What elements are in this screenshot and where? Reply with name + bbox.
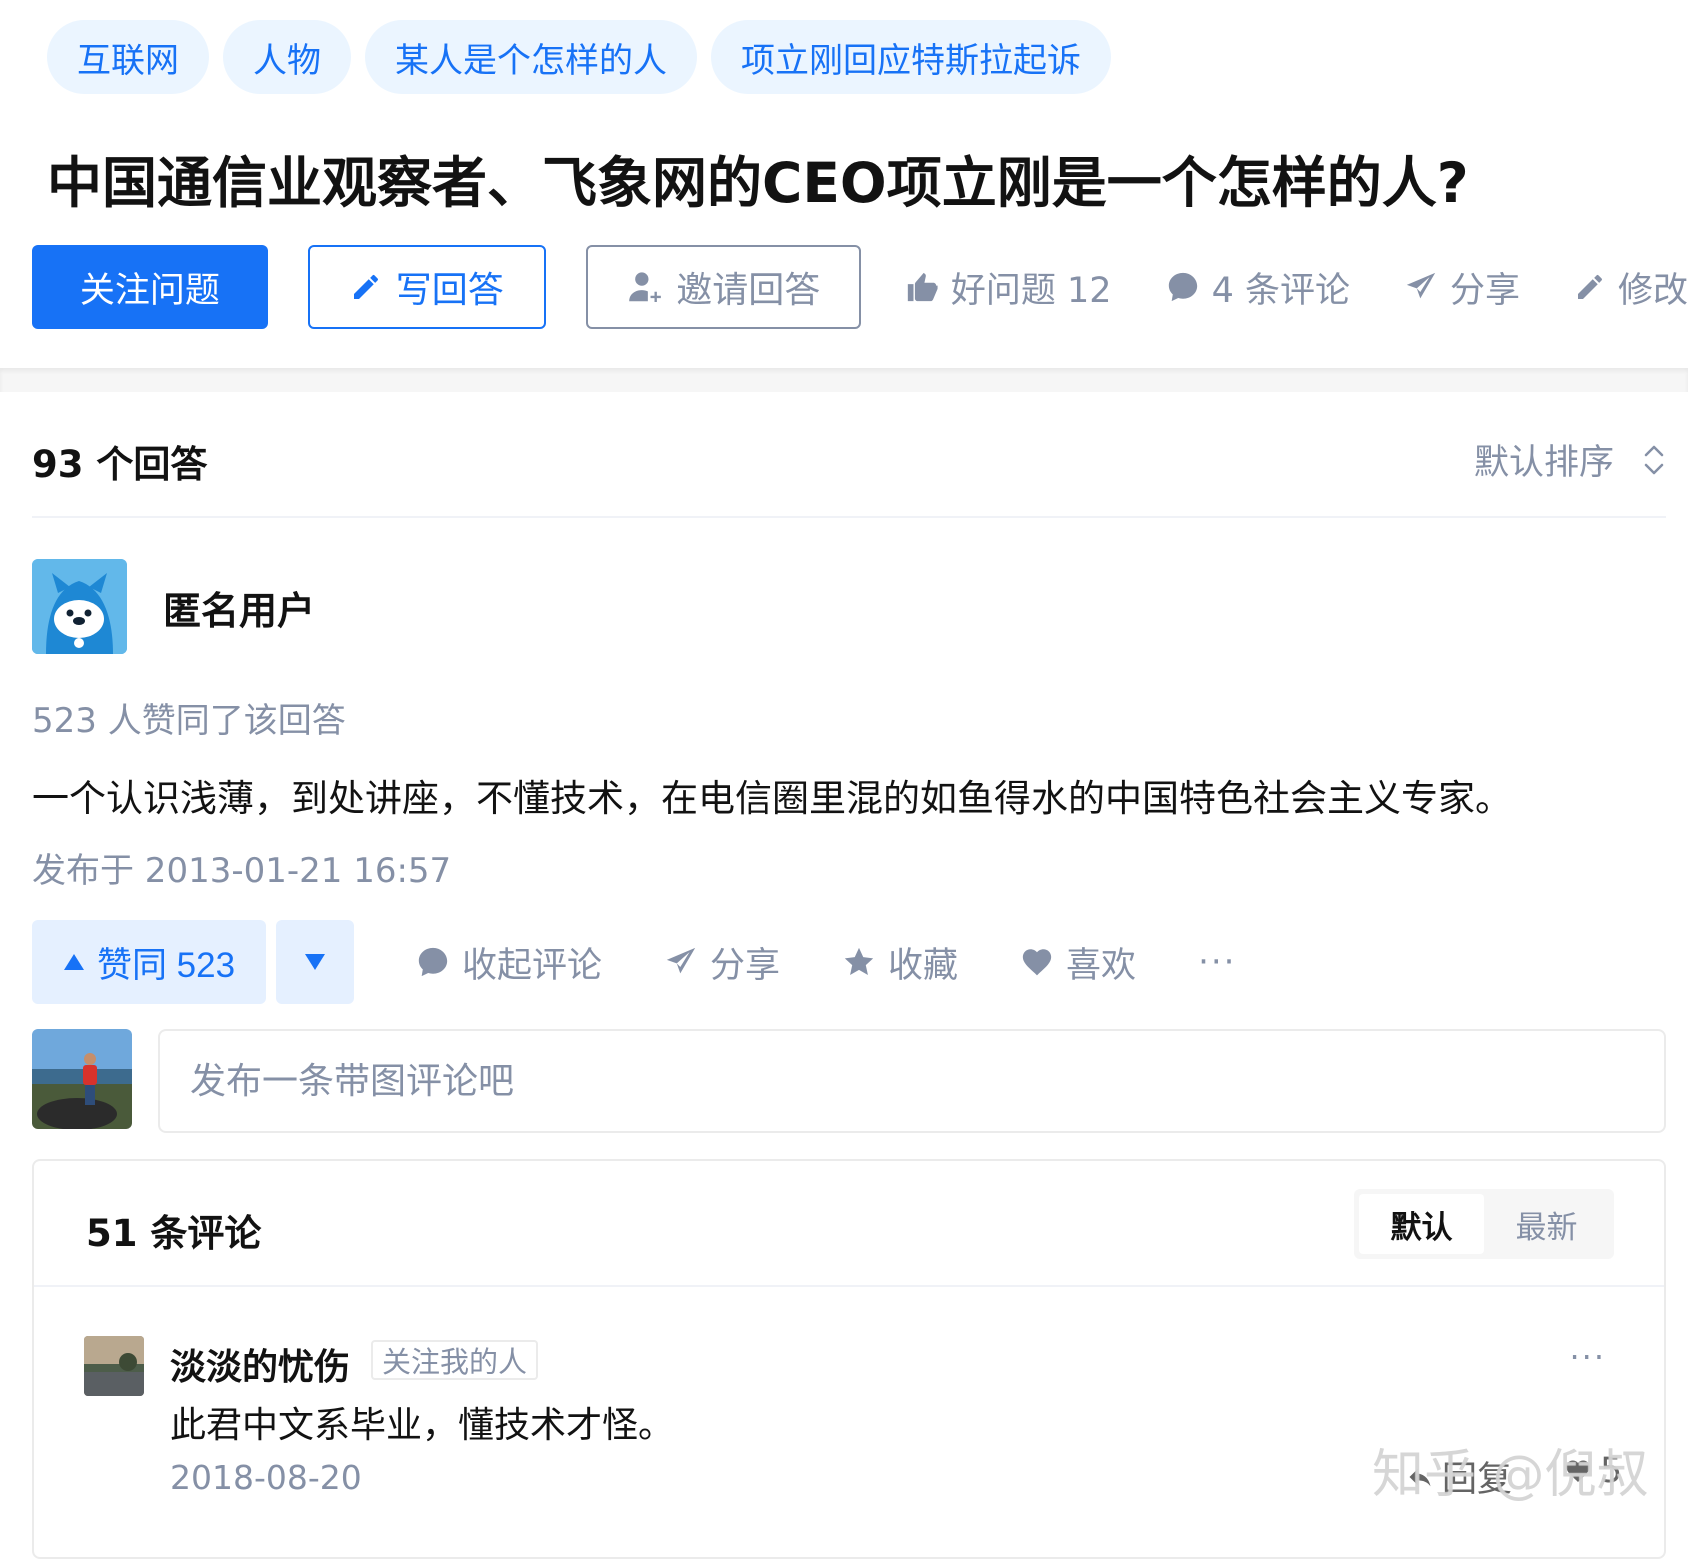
- anonymous-avatar[interactable]: [32, 559, 127, 654]
- follow-question-button[interactable]: 关注问题: [32, 245, 268, 329]
- like-label: 喜欢: [1066, 945, 1137, 986]
- heart-icon: [1564, 1457, 1592, 1485]
- comment-like-button[interactable]: 5: [1564, 1451, 1622, 1491]
- sort-label: 默认排序: [1473, 443, 1614, 483]
- paper-plane-icon: [1404, 270, 1438, 304]
- answers-count: 93 个回答: [32, 443, 208, 486]
- invite-answer-button[interactable]: 邀请回答: [585, 245, 861, 329]
- comment-bubble-icon: [1166, 270, 1200, 304]
- question-meta: 好问题 12 4 条评论 分享 修改: [905, 262, 1688, 313]
- comment-text: 此君中文系毕业，懂技术才怪。: [170, 1405, 675, 1446]
- triangle-down-icon: [304, 952, 326, 972]
- answer-meta: 收起评论 分享 收藏 喜欢 ···: [416, 937, 1237, 988]
- comment-input[interactable]: [158, 1029, 1666, 1133]
- good-question-label: 好问题 12: [950, 270, 1112, 311]
- comment-item: 淡淡的忧伤 关注我的人 此君中文系毕业，懂技术才怪。 2018-08-20 ··…: [84, 1336, 1624, 1536]
- upvote-button[interactable]: 赞同 523: [32, 920, 266, 1004]
- edit-question-label: 修改: [1618, 270, 1688, 311]
- section-divider: [0, 368, 1688, 392]
- upvote-label: 赞同 523: [96, 945, 236, 985]
- sort-latest-tab[interactable]: 最新: [1484, 1194, 1609, 1254]
- comment-reply-label: 回复: [1442, 1460, 1513, 1500]
- comment-time: 2018-08-20: [170, 1458, 362, 1497]
- collapse-comments-label: 收起评论: [462, 945, 603, 986]
- topic-tag[interactable]: 人物: [223, 20, 351, 94]
- answer-votes-summary: 523 人赞同了该回答: [32, 701, 346, 741]
- paper-plane-icon: [664, 945, 698, 979]
- commenter-tag: 关注我的人: [371, 1340, 539, 1380]
- question-actions: 关注问题 写回答 邀请回答 好问题 12 4 条评论 分享 修改: [32, 245, 1688, 329]
- sort-default-tab[interactable]: 默认: [1359, 1194, 1484, 1254]
- sort-dropdown[interactable]: 默认排序: [1474, 434, 1666, 485]
- topic-tag[interactable]: 互联网: [47, 20, 209, 94]
- question-comments-label: 4 条评论: [1211, 270, 1350, 311]
- write-answer-button[interactable]: 写回答: [307, 245, 546, 329]
- answer-share-button[interactable]: 分享: [664, 937, 780, 988]
- question-share-label: 分享: [1449, 270, 1520, 311]
- comment-more-button[interactable]: ···: [1569, 1338, 1606, 1376]
- good-question-button[interactable]: 好问题 12: [905, 262, 1112, 313]
- sort-chevrons-icon: [1642, 440, 1666, 480]
- pencil-icon: [1574, 271, 1606, 303]
- comments-count: 51 条评论: [86, 1212, 262, 1255]
- current-user-avatar[interactable]: [32, 1029, 132, 1129]
- answer-publish-time[interactable]: 发布于 2013-01-21 16:57: [32, 843, 451, 892]
- comment-like-count: 5: [1600, 1451, 1623, 1491]
- commenter-name[interactable]: 淡淡的忧伤: [170, 1338, 350, 1390]
- answer-author-name[interactable]: 匿名用户: [163, 580, 315, 635]
- write-answer-label: 写回答: [395, 269, 504, 310]
- collect-label: 收藏: [888, 945, 959, 986]
- like-button[interactable]: 喜欢: [1020, 937, 1136, 988]
- edit-question-button[interactable]: 修改: [1574, 262, 1688, 313]
- answer-actions: 赞同 523 收起评论 分享 收藏 喜欢 ···: [32, 920, 1237, 1004]
- pencil-icon: [350, 271, 382, 303]
- reply-icon: [1406, 1463, 1434, 1491]
- thumbs-up-icon: [905, 270, 939, 304]
- question-share-button[interactable]: 分享: [1404, 262, 1520, 313]
- topic-tag[interactable]: 项立刚回应特斯拉起诉: [711, 20, 1111, 94]
- comments-panel: 51 条评论 默认 最新 淡淡的忧伤 关注我的人 此君中文系毕业，懂技术才怪。 …: [32, 1159, 1666, 1559]
- question-title: 中国通信业观察者、飞象网的CEO项立刚是一个怎样的人?: [47, 151, 1469, 215]
- question-header: 互联网 人物 某人是个怎样的人 项立刚回应特斯拉起诉 中国通信业观察者、飞象网的…: [0, 0, 1688, 368]
- triangle-up-icon: [63, 952, 85, 972]
- topic-tag[interactable]: 某人是个怎样的人: [365, 20, 697, 94]
- comments-header: 51 条评论 默认 最新: [34, 1161, 1664, 1287]
- topic-list: 互联网 人物 某人是个怎样的人 项立刚回应特斯拉起诉: [47, 20, 1111, 94]
- heart-icon: [1020, 945, 1054, 979]
- comment-reply-button[interactable]: 回复: [1406, 1451, 1512, 1502]
- commenter-avatar[interactable]: [84, 1336, 144, 1396]
- invite-answer-label: 邀请回答: [676, 269, 821, 310]
- answers-header: 93 个回答 默认排序: [32, 392, 1666, 518]
- comment-bubble-icon: [416, 945, 450, 979]
- answer-more-button[interactable]: ···: [1198, 942, 1236, 982]
- answer-share-label: 分享: [710, 945, 781, 986]
- comments-sort-toggle: 默认 最新: [1354, 1189, 1614, 1259]
- question-comments-button[interactable]: 4 条评论: [1166, 262, 1350, 313]
- collapse-comments-button[interactable]: 收起评论: [416, 937, 602, 988]
- downvote-button[interactable]: [276, 920, 354, 1004]
- answer-content: 一个认识浅薄，到处讲座，不懂技术，在电信圈里混的如鱼得水的中国特色社会主义专家。: [32, 777, 1512, 820]
- add-user-icon: [626, 268, 664, 306]
- star-icon: [842, 945, 876, 979]
- collect-button[interactable]: 收藏: [842, 937, 958, 988]
